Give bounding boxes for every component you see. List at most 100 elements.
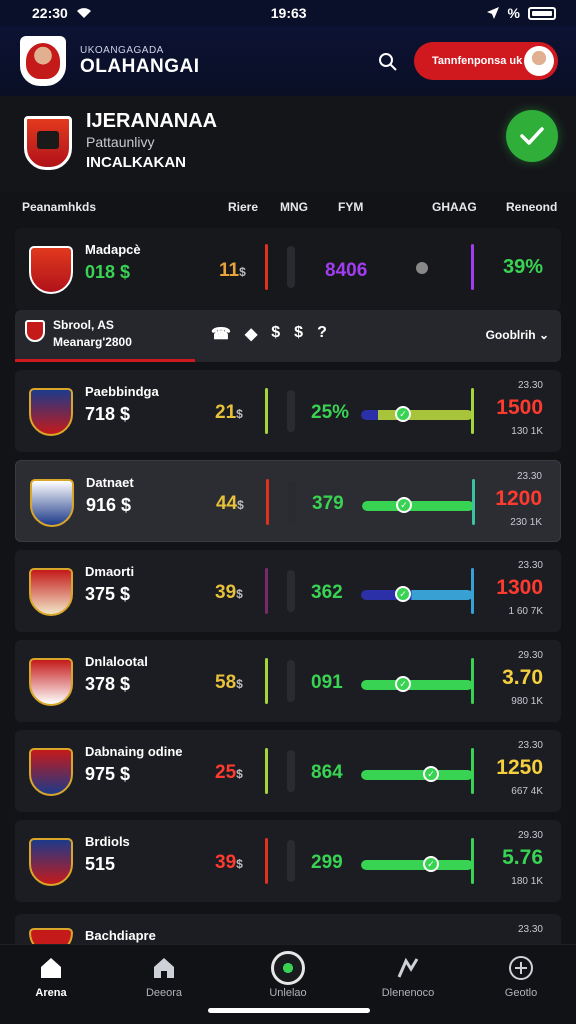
team-league: INCALKAKAN [86, 154, 186, 171]
sort-dropdown[interactable]: Gooblrih ⌄ [486, 328, 549, 342]
filter-subtitle: Meanarg'2800 [53, 335, 132, 349]
progress-knob[interactable]: ✓ [423, 856, 439, 872]
team-profile: IJERANANAA Pattaunlivy INCALKAKAN [0, 96, 576, 192]
row-small-bottom: 980 1K [511, 696, 543, 707]
end-indicator [471, 388, 474, 434]
end-indicator [472, 479, 475, 525]
row-score: 975 $ [85, 764, 131, 784]
row-percent: 379 [312, 493, 344, 514]
wifi-icon [76, 8, 91, 18]
stats-icon [397, 957, 419, 978]
filter-title: Sbrool, AS [53, 318, 114, 332]
col-header-record[interactable]: Reneond [506, 200, 557, 214]
table-row[interactable]: Brdiols 515 39$ 299 ✓ 29.30 5.76 180 1K [15, 820, 561, 902]
progress-fill [361, 770, 473, 780]
status-center-time: 19:63 [270, 5, 307, 21]
row-rank: 11$ [219, 260, 246, 281]
nav-geotlo[interactable]: Geotlo [476, 953, 566, 999]
nav-unlelao[interactable]: Unlelao [243, 951, 333, 999]
col-header-mng[interactable]: MNG [280, 200, 308, 214]
row-percent: 25% [311, 402, 350, 423]
search-icon[interactable] [378, 52, 398, 72]
brand-title: OLAHANGAI [80, 55, 200, 77]
team-crest [30, 479, 74, 527]
row-team-name: Madapcè [85, 242, 141, 257]
row-rank: 44$ [216, 493, 244, 514]
progress-knob[interactable]: ✓ [395, 406, 411, 422]
row-score: 018 $ [85, 262, 131, 282]
progress-fill [361, 860, 473, 870]
brand-subtitle: UKOANGAGADA [80, 44, 164, 56]
nav-deeora[interactable]: Deeora [119, 953, 209, 999]
progress-knob[interactable]: ✓ [395, 586, 411, 602]
building-icon [154, 958, 174, 978]
status-dot [416, 262, 428, 274]
row-small-top: 23.30 [517, 740, 543, 751]
filter-money-icon[interactable]: $ [294, 324, 303, 344]
status-time: 22:30 [32, 5, 68, 21]
col-header-fym[interactable]: FYM [338, 200, 363, 214]
table-row[interactable]: Datnaet 916 $ 44$ 379 ✓ 23.30 1200 230 1… [15, 460, 561, 542]
row-mid-value: 8406 [325, 260, 368, 281]
filter-diamond-icon[interactable]: ◆ [245, 324, 257, 344]
filter-dollar-icon[interactable]: $ [271, 324, 280, 344]
end-indicator [471, 838, 474, 884]
row-right-value: 1300 [496, 576, 543, 599]
divider [287, 570, 295, 612]
home-indicator [208, 1008, 370, 1013]
progress-knob[interactable]: ✓ [395, 676, 411, 692]
team-crest [29, 838, 73, 886]
battery-percent: % [507, 5, 520, 21]
check-icon [520, 127, 544, 145]
row-score: 515 [85, 854, 116, 874]
col-header-team[interactable]: Peanamhkds [22, 200, 96, 214]
row-small-bottom: 667 4K [511, 786, 543, 797]
progress-knob[interactable]: ✓ [396, 497, 412, 513]
filter-phone-icon[interactable]: ☎ [211, 324, 231, 344]
ball-icon [271, 951, 305, 985]
progress-track [361, 590, 473, 600]
row-rank: 25$ [215, 762, 243, 783]
chevron-down-icon: ⌄ [538, 328, 549, 342]
table-row[interactable]: Dnlalootal 378 $ 58$ 091 ✓ 29.30 3.70 98… [15, 640, 561, 722]
team-name: IJERANANAA [86, 110, 218, 132]
divider [288, 481, 296, 523]
row-team-name: Dmaorti [85, 564, 135, 579]
table-row[interactable]: Madapcè 018 $ 11$ 8406 39% [15, 228, 561, 310]
row-percent: 864 [311, 762, 343, 783]
confirm-button[interactable] [506, 110, 558, 162]
table-row[interactable]: Dabnaing odine 975 $ 25$ 864 ✓ 23.30 125… [15, 730, 561, 812]
row-small-bottom: 1 60 7K [508, 606, 543, 617]
team-crest [24, 116, 72, 170]
row-team-name: Dabnaing odine [85, 744, 183, 759]
end-indicator [471, 568, 474, 614]
team-crest [29, 246, 73, 294]
profile-pill-button[interactable]: Tannfenponsa uk [414, 42, 558, 80]
table-row[interactable]: Paebbindga 718 $ 21$ 25% ✓ 23.30 1500 13… [15, 370, 561, 452]
progress-knob[interactable]: ✓ [423, 766, 439, 782]
progress-track [361, 770, 473, 780]
row-small-top: 23.30 [517, 560, 543, 571]
filter-help-icon[interactable]: ? [317, 324, 327, 344]
club-logo[interactable] [20, 36, 66, 86]
progress-track [361, 410, 473, 420]
row-team-name: Datnaet [86, 475, 134, 490]
progress-fill [362, 501, 474, 511]
active-tab-underline [15, 359, 195, 362]
row-right-value: 3.70 [502, 666, 543, 689]
col-header-rank[interactable]: Riere [228, 200, 258, 214]
nav-arena[interactable]: Arena [6, 953, 96, 999]
progress-fill [361, 410, 473, 420]
row-small-top: 23.30 [516, 471, 542, 482]
rank-indicator [265, 748, 268, 794]
row-percent: 362 [311, 582, 343, 603]
row-small-top: 29.30 [517, 650, 543, 661]
row-rank: 58$ [215, 672, 243, 693]
row-right-value: 1500 [496, 396, 543, 419]
table-row[interactable]: Dmaorti 375 $ 39$ 362 ✓ 23.30 1300 1 60 … [15, 550, 561, 632]
nav-dlenenoco[interactable]: Dlenenoco [363, 953, 453, 999]
rank-indicator [266, 479, 269, 525]
row-small-top: 23.30 [517, 924, 543, 935]
row-percent: 091 [311, 672, 343, 693]
col-header-ghaag[interactable]: GHAAG [432, 200, 477, 214]
